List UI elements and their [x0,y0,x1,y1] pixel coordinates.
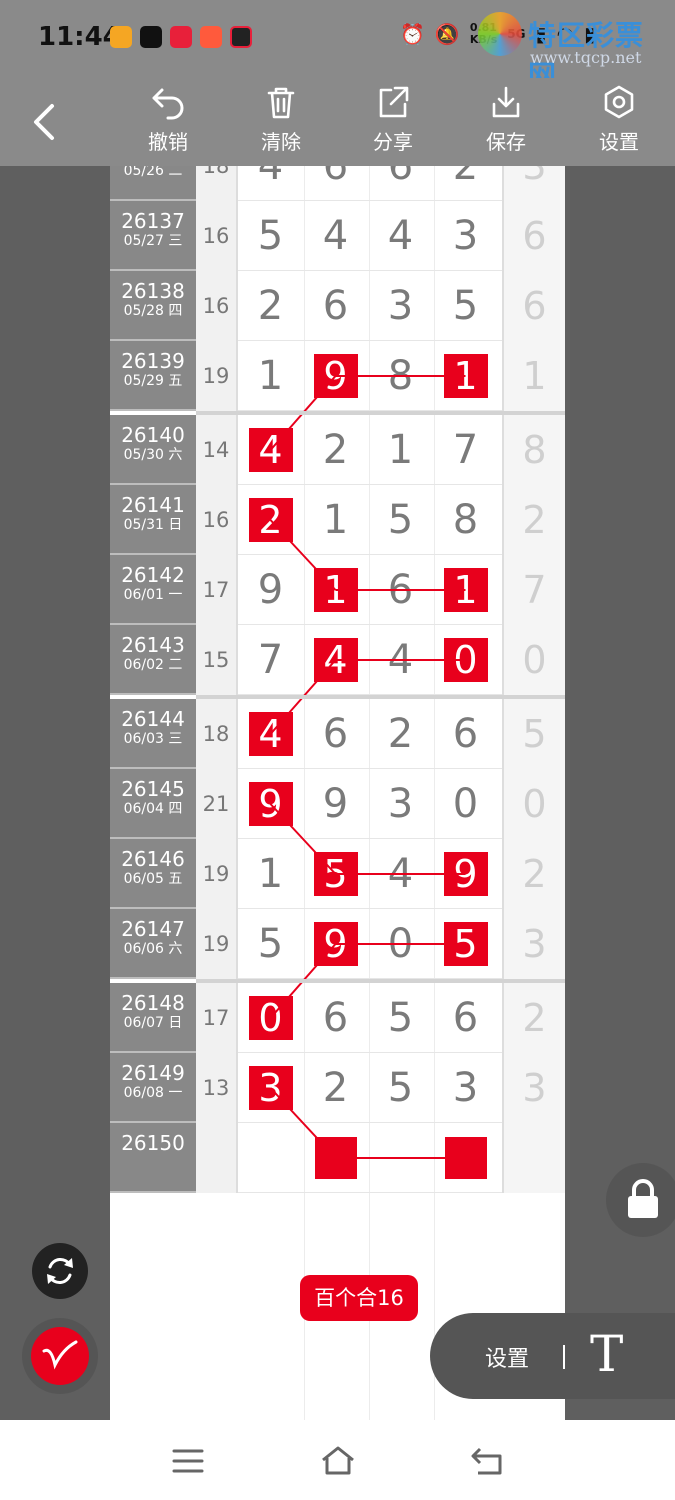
settings-button[interactable]: 设置 [584,84,654,155]
settings-bar: 设置 T [430,1313,675,1399]
pen-button[interactable] [22,1318,98,1394]
toolbar [0,78,675,166]
app-icon [170,26,192,48]
clear-label: 清除 [261,130,301,154]
save-label: 保存 [486,130,526,154]
chevron-left-icon [34,104,54,140]
share-button[interactable]: 分享 [358,84,428,155]
lock-button[interactable] [606,1163,675,1237]
pen-tool [31,1327,89,1385]
back-nav-icon[interactable] [470,1446,504,1476]
connector-line [269,519,337,591]
back-button[interactable] [28,100,62,148]
trash-icon [267,87,295,119]
mute-icon: 🔕 [434,22,460,46]
undo-icon [152,88,184,120]
save-button[interactable]: 保存 [471,84,541,155]
group-separator [196,411,565,415]
settings-bar-button[interactable]: 设置 [485,1341,529,1373]
notification-icons [110,26,252,48]
watermark: 特区彩票网 www.tqcp.net [478,10,668,92]
clock: 11:44 [38,22,121,52]
group-separator [196,695,565,699]
left-margin [0,166,110,1420]
text-tool-button[interactable]: T [590,1325,623,1383]
refresh-icon [47,1258,73,1284]
undo-button[interactable]: 撤销 [133,84,203,155]
watermark-logo-icon [478,12,522,56]
menu-icon[interactable] [172,1448,204,1474]
status-bar: 11:44 ⏰ 🔕 0.81KB/s 5G ▮ ◠ ▮ 特区彩票网 www.tq… [0,0,675,92]
gear-icon [604,85,634,119]
divider [563,1345,565,1369]
hint-badge: 百个合16 [300,1275,418,1321]
tiktok-icon [140,26,162,48]
settings-label: 设置 [599,130,639,154]
navigation-bar [0,1420,675,1500]
share-label: 分享 [373,130,413,154]
alarm-icon: ⏰ [400,22,425,46]
trend-chart[interactable]: 2613605/26 二18466232613705/27 三165443626… [110,166,565,1420]
connector-lines [269,375,466,1159]
pen-icon [42,1340,78,1370]
home-icon[interactable] [320,1444,356,1476]
app-icon [230,26,252,48]
connector-line [269,803,337,875]
app-icon [110,26,132,48]
lock-icon [628,1179,658,1218]
share-icon [379,86,409,118]
clear-button[interactable]: 清除 [246,84,316,155]
group-separator [196,979,565,983]
watermark-url: www.tqcp.net [530,48,642,67]
sync-button[interactable] [32,1243,88,1299]
undo-label: 撤销 [148,130,188,154]
app-icon [200,26,222,48]
download-icon [492,86,520,118]
connector-line [269,1087,337,1159]
